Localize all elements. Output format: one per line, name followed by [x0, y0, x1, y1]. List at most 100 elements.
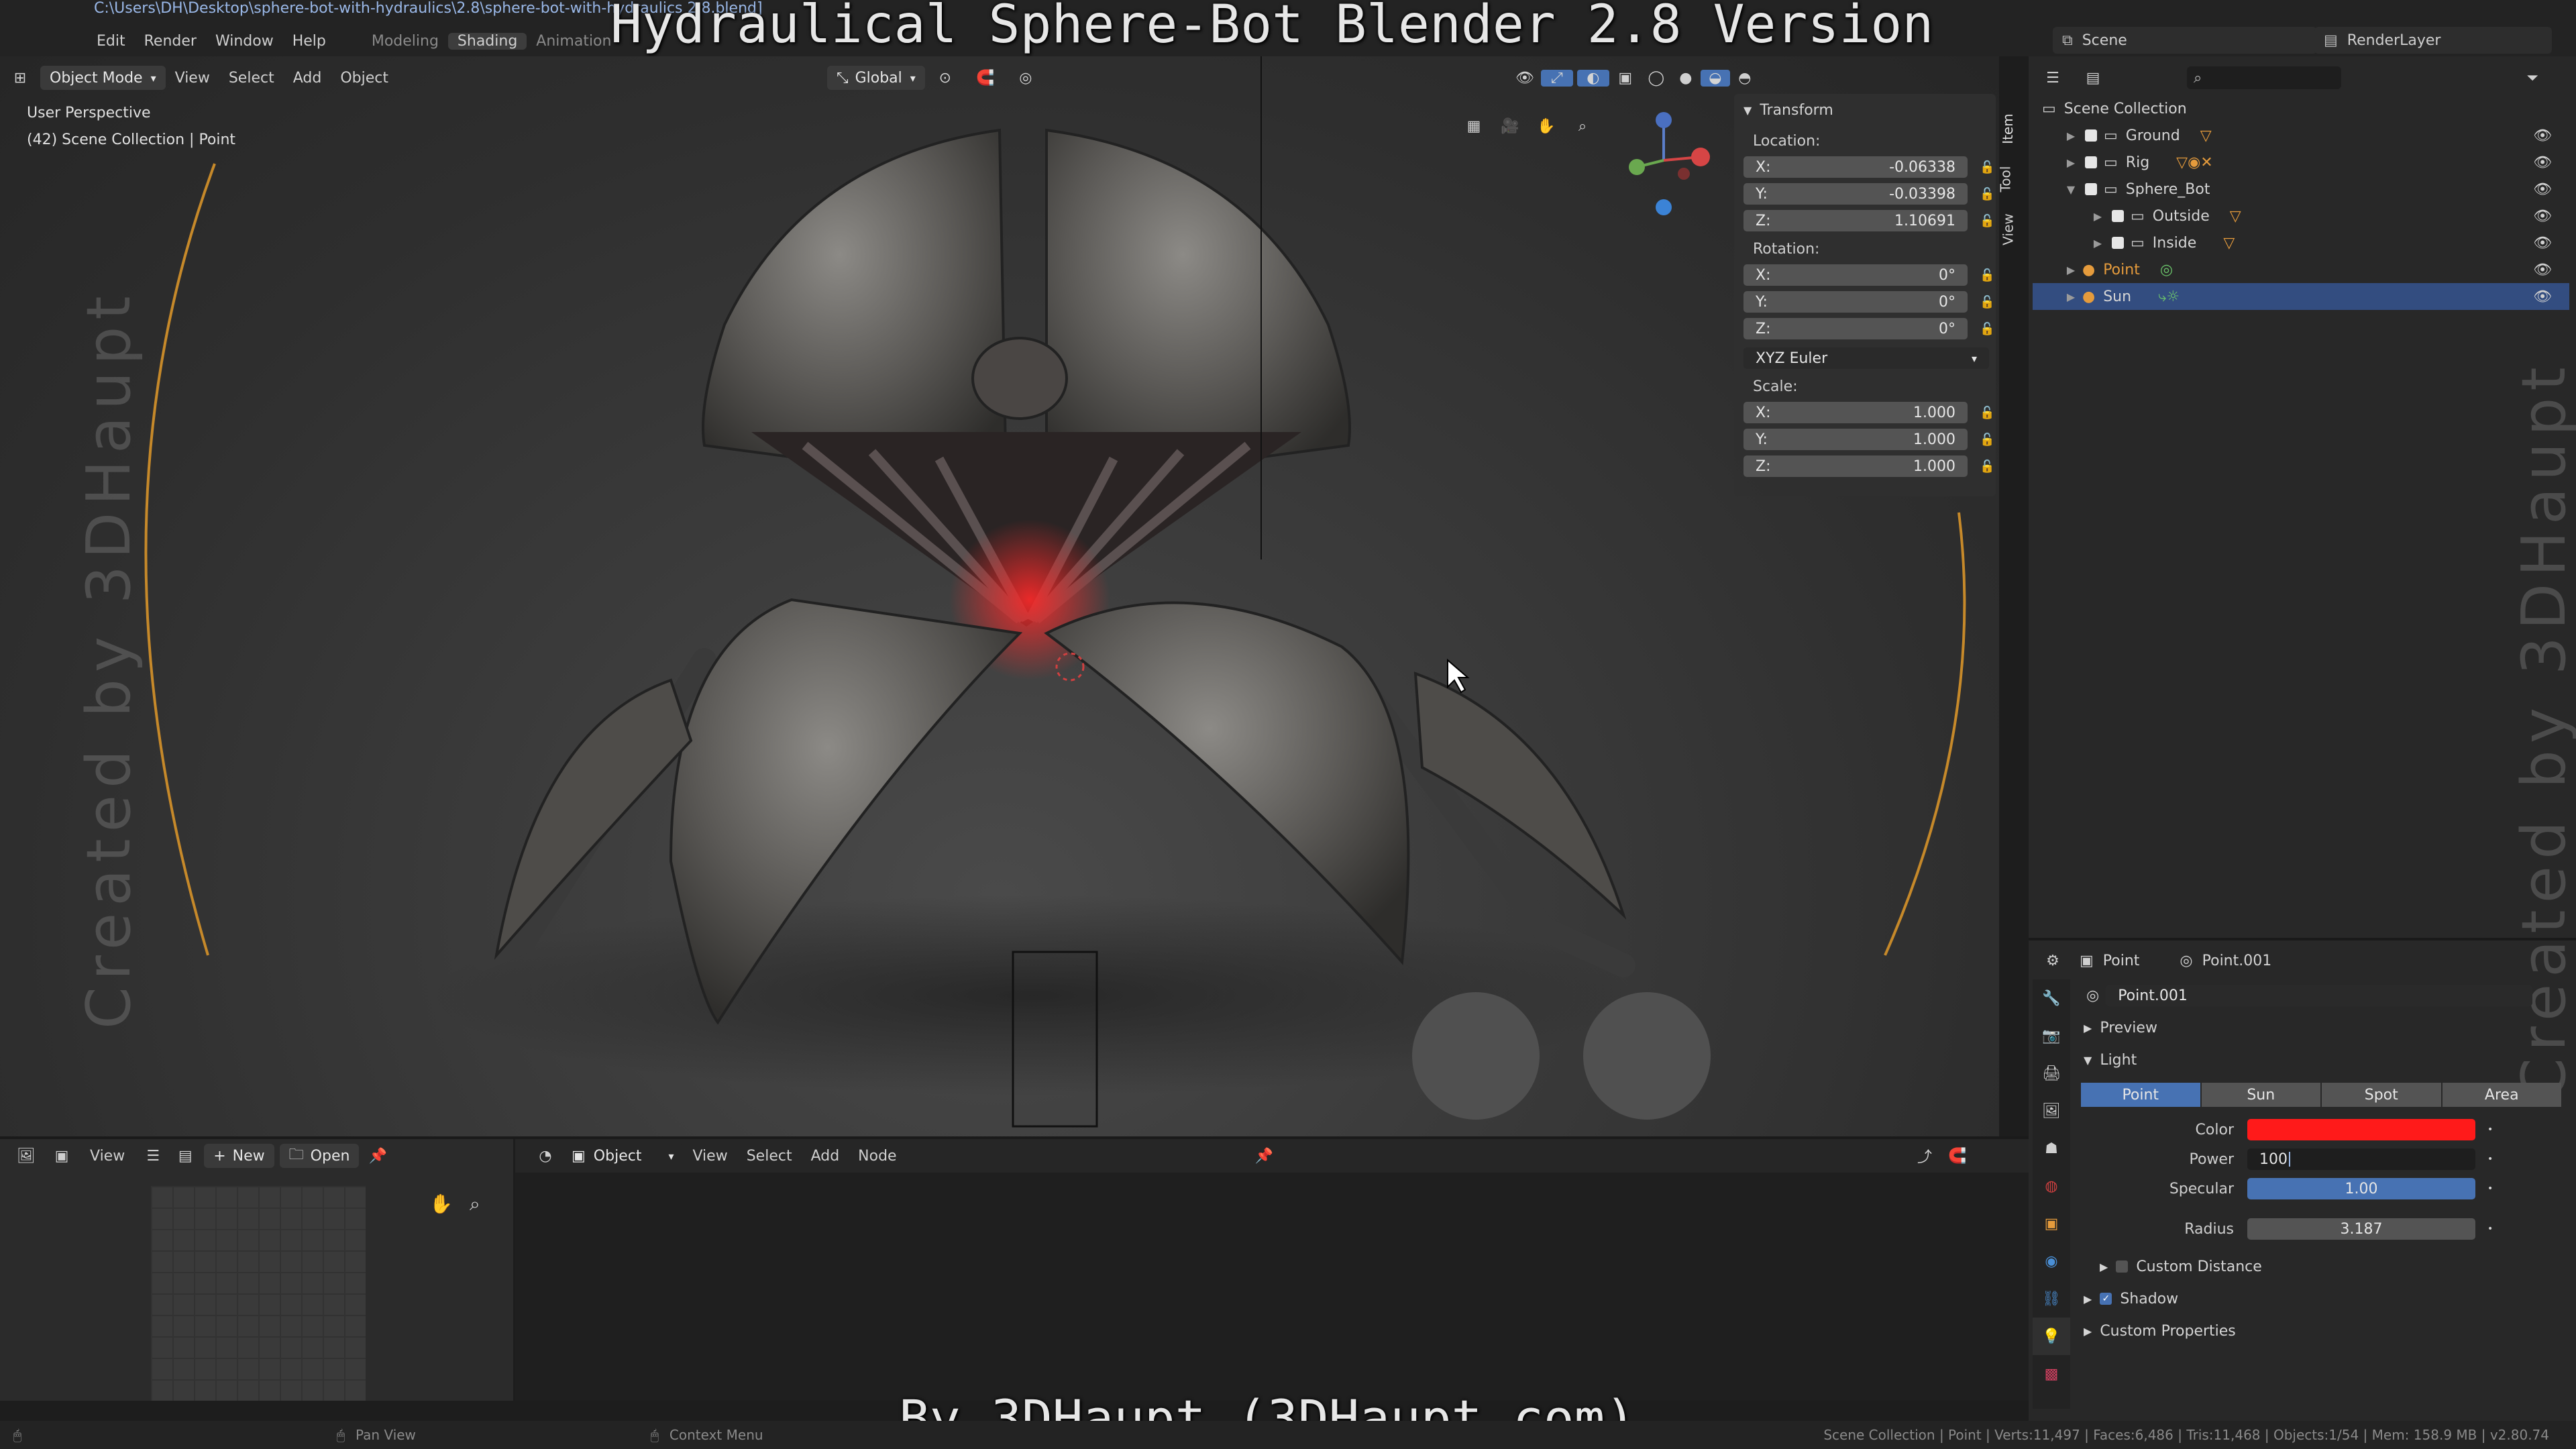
eye-icon[interactable]: 👁: [2533, 181, 2552, 198]
filter-icon[interactable]: ⏷: [2516, 70, 2549, 87]
outliner-item-ground[interactable]: ▶ ▭ Ground ▽ 👁: [2033, 122, 2569, 149]
node-menu-node[interactable]: Node: [849, 1148, 906, 1165]
outliner-editor-icon[interactable]: ☰: [2033, 70, 2073, 87]
open-image-button[interactable]: 🗀 Open: [279, 1144, 360, 1168]
rotation-field[interactable]: Z: 0°: [1743, 318, 1968, 339]
pan-hand-icon[interactable]: ✋: [429, 1193, 453, 1215]
constraints-tab-icon[interactable]: ⛓: [2033, 1280, 2070, 1318]
xray-icon[interactable]: ▣: [1609, 70, 1642, 87]
radius-input[interactable]: 3.187: [2247, 1218, 2475, 1240]
lock-icon[interactable]: 🔓: [1980, 460, 1994, 474]
node-object-selector[interactable]: ▣ Object ▾: [562, 1144, 684, 1168]
rotation-field[interactable]: Y: 0°: [1743, 291, 1968, 313]
hamburger-icon[interactable]: ☰: [140, 1148, 166, 1165]
gizmo-toggle-icon[interactable]: ⤢: [1540, 69, 1573, 87]
outliner-root[interactable]: ▭ Scene Collection: [2033, 95, 2569, 122]
sidebar-tab-tool[interactable]: Tool: [1997, 166, 2013, 193]
rotation-mode-select[interactable]: XYZ Euler ▾: [1743, 347, 1989, 369]
eye-icon[interactable]: 👁: [2533, 208, 2552, 225]
outliner-item-rig[interactable]: ▶ ▭ Rig ▽◉✕ 👁: [2033, 149, 2569, 176]
scale-field[interactable]: Y: 1.000: [1743, 429, 1968, 450]
display-mode-icon[interactable]: ▤: [2073, 70, 2113, 87]
light-type-area[interactable]: Area: [2442, 1083, 2561, 1107]
eye-icon[interactable]: 👁: [2533, 154, 2552, 171]
lock-icon[interactable]: 🔓: [1980, 295, 1994, 309]
shadow-section[interactable]: ▶ ✓ Shadow: [2073, 1283, 2569, 1315]
lock-icon[interactable]: 🔓: [1980, 322, 1994, 336]
light-type-point[interactable]: Point: [2081, 1083, 2200, 1107]
light-type-spot[interactable]: Spot: [2322, 1083, 2441, 1107]
expand-arrow-icon[interactable]: ▶: [2063, 290, 2078, 303]
light-section[interactable]: ▼ Light: [2073, 1044, 2569, 1076]
outliner-item-sphere-bot[interactable]: ▼ ▭ Sphere_Bot 👁: [2033, 176, 2569, 203]
custom-distance-section[interactable]: ▶ Custom Distance: [2073, 1250, 2569, 1283]
sidebar-tab-item[interactable]: Item: [2000, 113, 2016, 144]
expand-arrow-icon[interactable]: ▶: [2090, 210, 2105, 223]
shading-material-icon[interactable]: ◒: [1700, 69, 1730, 87]
workspace-tab-animation[interactable]: Animation: [527, 33, 621, 50]
outliner-item-outside[interactable]: ▶ ▭ Outside ▽ 👁: [2033, 203, 2569, 229]
location-field[interactable]: Y: -0.03398: [1743, 183, 1968, 205]
preview-section[interactable]: ▶ Preview: [2073, 1012, 2569, 1044]
viewport-menu-view[interactable]: View: [166, 70, 219, 87]
physics-tab-icon[interactable]: ◉: [2033, 1242, 2070, 1280]
checkbox[interactable]: [2112, 210, 2124, 222]
checkbox[interactable]: [2085, 156, 2097, 168]
tool-tab-icon[interactable]: 🔧: [2033, 979, 2070, 1017]
lock-icon[interactable]: 🔓: [1980, 214, 1994, 228]
pivot-icon[interactable]: ⊙: [925, 70, 965, 87]
expand-arrow-icon[interactable]: ▶: [2063, 156, 2078, 169]
texture-tab-icon[interactable]: ▩: [2033, 1355, 2070, 1393]
shading-solid-icon[interactable]: ●: [1671, 70, 1701, 87]
render-tab-icon[interactable]: 📷: [2033, 1017, 2070, 1055]
viewport-menu-select[interactable]: Select: [219, 70, 284, 87]
editor-type-icon[interactable]: ◔: [529, 1148, 562, 1165]
node-editor[interactable]: ◔ ▣ Object ▾ View Select Add Node 📌 ⤴ 🧲: [515, 1139, 2029, 1401]
eye-icon[interactable]: 👁: [2533, 288, 2552, 305]
workspace-tab-modeling[interactable]: Modeling: [362, 33, 448, 50]
world-tab-icon[interactable]: ◍: [2033, 1167, 2070, 1205]
datablock-field[interactable]: Point.001: [2106, 985, 2533, 1006]
expand-arrow-icon[interactable]: ▶: [2090, 237, 2105, 250]
specular-slider[interactable]: 1.00: [2247, 1178, 2475, 1199]
outliner-item-sun[interactable]: ▶ ● Sun ⤷☼ 👁: [2033, 283, 2569, 310]
menu-window[interactable]: Window: [206, 33, 283, 50]
custom-properties-section[interactable]: ▶ Custom Properties: [2073, 1315, 2569, 1347]
lock-icon[interactable]: 🔓: [1980, 268, 1994, 282]
location-field[interactable]: X: -0.06338: [1743, 156, 1968, 178]
menu-help[interactable]: Help: [283, 33, 335, 50]
camera-view-icon[interactable]: 🎥: [1495, 111, 1525, 141]
workspace-tab-shading[interactable]: Shading: [447, 32, 527, 50]
checkbox[interactable]: [2112, 237, 2124, 249]
navigation-gizmo[interactable]: [1597, 107, 1717, 227]
scale-field[interactable]: X: 1.000: [1743, 402, 1968, 423]
parent-node-icon[interactable]: ⤴: [1917, 1145, 1932, 1167]
editor-type-icon[interactable]: 🖼: [9, 1148, 43, 1165]
scale-field[interactable]: Z: 1.000: [1743, 455, 1968, 477]
keyframe-dot-icon[interactable]: •: [2487, 1224, 2493, 1234]
image-browse-icon[interactable]: ▤: [172, 1148, 199, 1165]
output-tab-icon[interactable]: 🖨: [2033, 1055, 2070, 1092]
outliner-item-inside[interactable]: ▶ ▭ Inside ▽ 👁: [2033, 229, 2569, 256]
menu-render[interactable]: Render: [135, 33, 206, 50]
new-image-button[interactable]: + New: [204, 1144, 274, 1168]
viewport-menu-object[interactable]: Object: [331, 70, 398, 87]
properties-editor-icon[interactable]: ⚙: [2033, 953, 2073, 969]
snap-icon[interactable]: 🧲: [1948, 1148, 1966, 1165]
image-editor[interactable]: 🖼 ▣ View ☰ ▤ + New 🗀 Open 📌 ✋ ⌕: [0, 1139, 513, 1401]
lock-icon[interactable]: 🔓: [1980, 406, 1994, 420]
proportional-edit-icon[interactable]: ◎: [1006, 70, 1046, 87]
lock-icon[interactable]: 🔓: [1980, 433, 1994, 447]
renderlayer-selector[interactable]: ▤ RenderLayer: [2314, 27, 2552, 54]
zoom-icon[interactable]: ⌕: [1568, 111, 1597, 141]
mode-selector[interactable]: Object Mode ▾: [40, 66, 166, 90]
pin-icon[interactable]: 📌: [364, 1148, 391, 1165]
view-layer-tab-icon[interactable]: 🖼: [2033, 1092, 2070, 1130]
keyframe-dot-icon[interactable]: •: [2487, 1183, 2493, 1194]
keyframe-dot-icon[interactable]: •: [2487, 1124, 2493, 1135]
menu-edit[interactable]: Edit: [87, 33, 135, 50]
image-menu-view[interactable]: View: [80, 1148, 134, 1165]
expand-arrow-icon[interactable]: ▶: [2063, 264, 2078, 276]
power-input[interactable]: 100: [2247, 1148, 2475, 1170]
visibility-icon[interactable]: 👁: [1509, 70, 1541, 87]
